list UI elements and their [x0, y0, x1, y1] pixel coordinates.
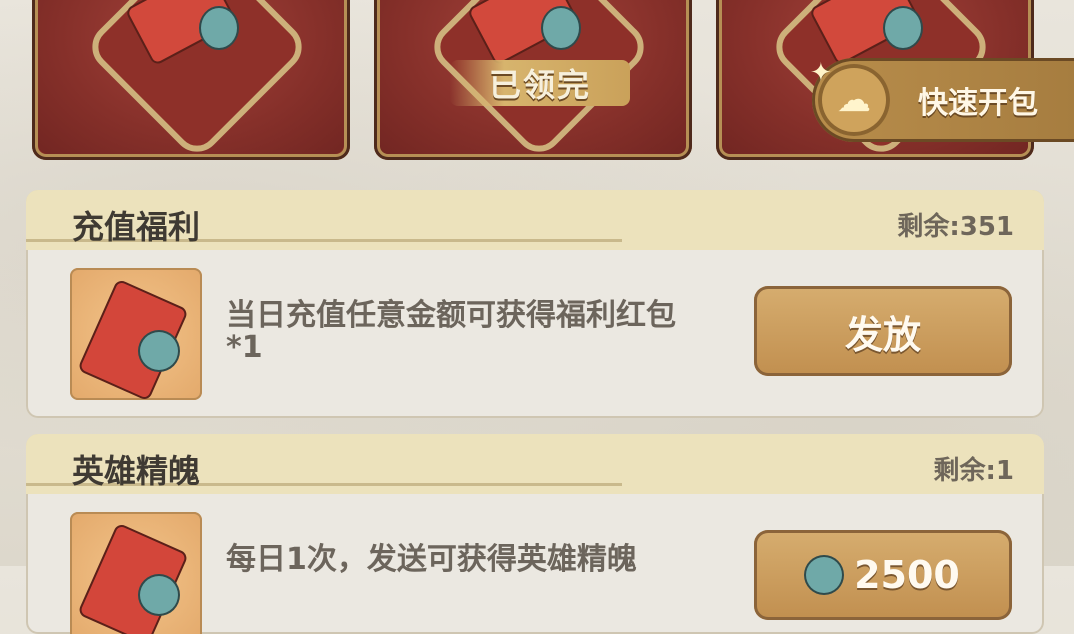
- remaining-count: 剩余:351: [897, 212, 1014, 242]
- reward-icon-box: [70, 268, 202, 400]
- card-inner: 已领完: [380, 0, 686, 160]
- spirit-icon: [543, 8, 579, 48]
- remaining-count: 剩余:1: [933, 456, 1015, 486]
- spirit-coin-icon: [806, 557, 843, 593]
- quick-open-label: 快速开包: [918, 86, 1038, 121]
- red-packet-card-2[interactable]: 已领完: [374, 0, 692, 160]
- spirit-icon: [885, 8, 921, 48]
- sparkle-icon: ✦: [810, 58, 832, 88]
- spirit-icon: [201, 8, 237, 48]
- issue-button-label: 发放: [844, 312, 921, 357]
- panel-title: 充值福利: [72, 208, 201, 246]
- issue-button[interactable]: 发放: [754, 286, 1012, 376]
- cost-label: 2500: [854, 553, 960, 597]
- panel-description: 当日充值任意金额可获得福利红包*1: [226, 298, 676, 365]
- quick-open-button[interactable]: ☁ 快速开包: [812, 58, 1074, 142]
- reward-icon-box: [70, 512, 202, 634]
- panel-title: 英雄精魄: [72, 452, 201, 490]
- red-packet-card-1[interactable]: [32, 0, 350, 160]
- hero-soul-panel: 英雄精魄 剩余:1 每日1次，发送可获得英雄精魄 2500: [26, 434, 1044, 634]
- claimed-banner: 已领完: [450, 60, 630, 106]
- card-inner: [38, 0, 344, 160]
- spirit-icon: [140, 332, 178, 370]
- panel-description: 每日1次，发送可获得英雄精魄: [226, 542, 637, 577]
- recharge-welfare-panel: 充值福利 剩余:351 当日充值任意金额可获得福利红包*1 发放: [26, 190, 1044, 418]
- spirit-icon: [140, 576, 178, 614]
- cost-button[interactable]: 2500: [754, 530, 1012, 620]
